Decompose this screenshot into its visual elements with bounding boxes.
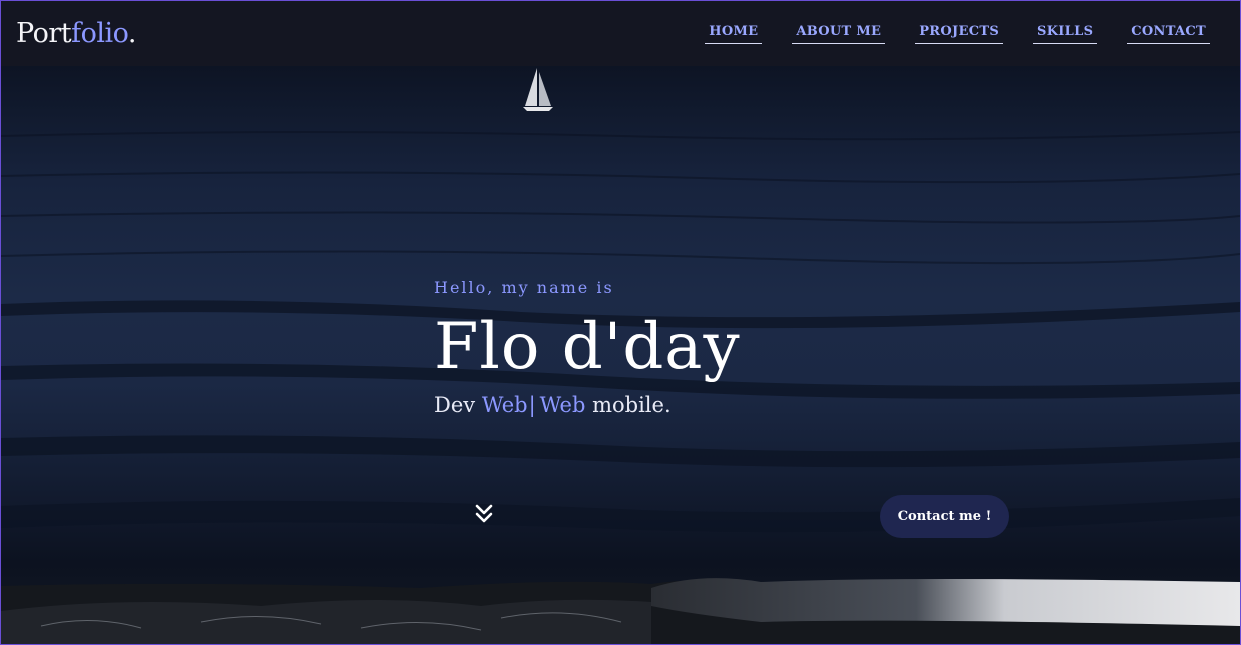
nav-projects[interactable]: PROJECTS — [915, 24, 1004, 44]
site-header: Portfolio. HOME ABOUT ME PROJECTS SKILLS… — [1, 1, 1240, 66]
role-word2: Web — [539, 393, 586, 417]
nav-contact[interactable]: CONTACT — [1127, 24, 1210, 44]
sailboat-icon — [523, 68, 553, 111]
nav-skills[interactable]: SKILLS — [1033, 24, 1098, 44]
hero-role: Dev Web | Web mobile. — [434, 393, 741, 417]
main-nav: HOME ABOUT ME PROJECTS SKILLS CONTACT — [705, 24, 1210, 44]
logo-dot: . — [127, 18, 137, 49]
role-word1: Web — [481, 393, 528, 417]
hero-name: Flo d'day — [434, 310, 741, 384]
logo-accent: folio — [71, 18, 128, 49]
logo-main: Port — [16, 18, 72, 49]
nav-home[interactable]: HOME — [705, 24, 763, 44]
nav-about-me[interactable]: ABOUT ME — [792, 24, 886, 44]
role-prefix: Dev — [434, 393, 476, 417]
contact-me-button[interactable]: Contact me ! — [880, 495, 1009, 538]
double-chevron-down-icon[interactable] — [473, 503, 495, 525]
hero-content: Hello, my name is Flo d'day Dev Web | Web … — [434, 278, 741, 417]
hero-intro: Hello, my name is — [434, 278, 614, 297]
site-logo[interactable]: Portfolio. — [16, 18, 137, 49]
role-separator: | — [528, 393, 536, 417]
role-suffix: mobile. — [592, 393, 671, 417]
hero-section: Hello, my name is Flo d'day Dev Web | Web … — [1, 66, 1240, 644]
